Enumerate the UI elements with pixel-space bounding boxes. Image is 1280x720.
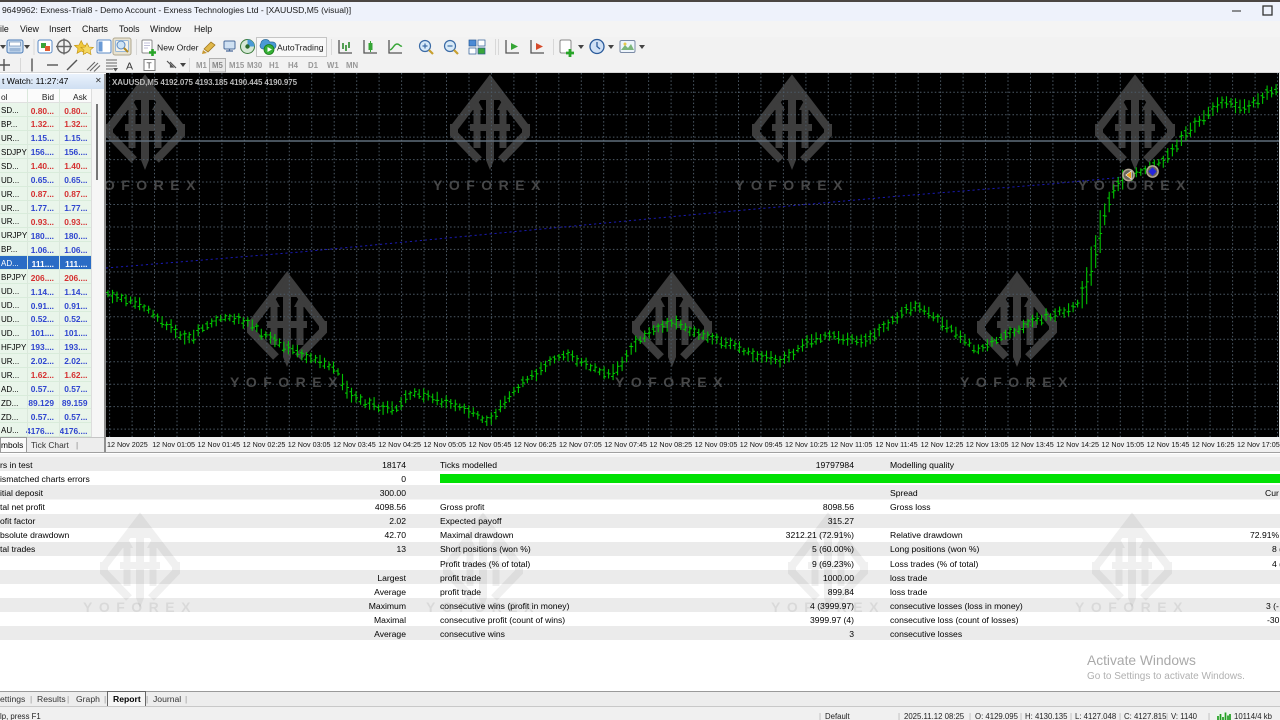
svg-text:H1: H1 [269,61,280,70]
svg-text:AutoTrading: AutoTrading [277,43,324,53]
svg-text:YOFOREX: YOFOREX [960,374,1074,390]
svg-text:D1: D1 [308,61,319,70]
svg-text:MN: MN [346,61,358,70]
svg-text:M1: M1 [196,61,207,70]
svg-text:H4: H4 [288,61,299,70]
svg-text:M15: M15 [229,61,245,70]
svg-text:W1: W1 [327,61,339,70]
svg-text:YOFOREX: YOFOREX [433,177,547,193]
svg-text:T: T [147,61,152,71]
svg-text:XAUUSD,M5 4192.075 4193.185 4: XAUUSD,M5 4192.075 4193.185 4190.445 419… [112,78,298,87]
svg-text:A: A [126,61,133,73]
svg-text:M5: M5 [212,61,223,70]
svg-text:YOFOREX: YOFOREX [735,177,849,193]
svg-text:M30: M30 [247,61,263,70]
svg-text:YOFOREX: YOFOREX [106,177,202,193]
svg-text:YOFOREX: YOFOREX [615,374,729,390]
svg-text:New Order: New Order [157,43,199,53]
svg-text:YOFOREX: YOFOREX [1078,177,1192,193]
svg-text:YOFOREX: YOFOREX [230,374,344,390]
